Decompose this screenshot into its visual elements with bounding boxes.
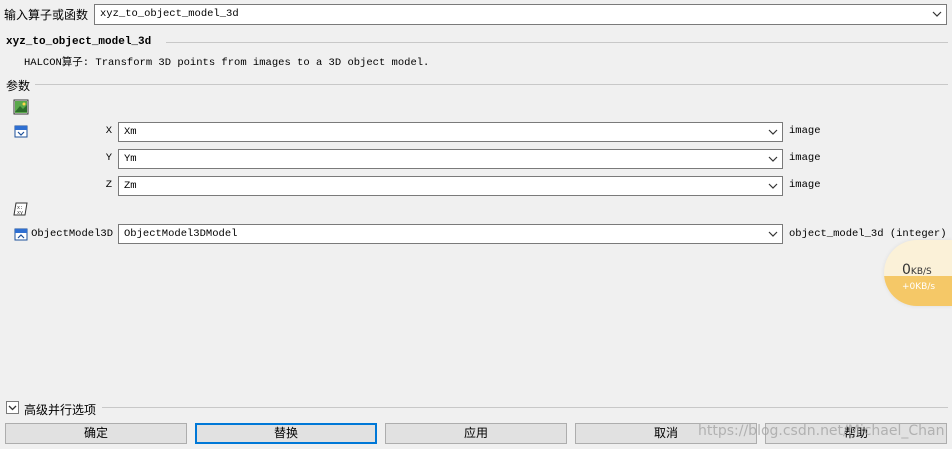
param-name-z: Z — [105, 179, 112, 191]
advanced-options-label[interactable]: 高级并行选项 — [24, 401, 96, 418]
param-y-type: image — [789, 152, 821, 164]
image-object-icon — [13, 99, 29, 115]
net-speed-download: 0KB/S — [902, 262, 932, 278]
param-z-type: image — [789, 179, 821, 191]
param-x-combobox[interactable]: Xm — [118, 122, 783, 142]
param-y-value: Ym — [124, 153, 137, 165]
control-parameter-icon: x: xy — [13, 202, 28, 216]
input-parameter-icon — [14, 125, 28, 138]
param-name-x: X — [105, 125, 112, 137]
divider — [102, 407, 948, 408]
operator-input-label: 输入算子或函数 — [4, 8, 89, 22]
net-speed-widget[interactable]: 0KB/S +0KB/s — [884, 240, 952, 306]
param-x-value: Xm — [124, 126, 137, 138]
chevron-down-icon[interactable] — [766, 227, 780, 241]
ok-button[interactable]: 确定 — [5, 423, 187, 444]
operator-description: HALCON算子: Transform 3D points from image… — [24, 57, 430, 69]
param-z-combobox[interactable]: Zm — [118, 176, 783, 196]
param-y-combobox[interactable]: Ym — [118, 149, 783, 169]
param-objectmodel3d-value: ObjectModel3DModel — [124, 228, 238, 240]
chevron-down-icon[interactable] — [766, 152, 780, 166]
param-objectmodel3d-type: object_model_3d (integer) — [789, 228, 947, 240]
divider — [166, 42, 948, 43]
expand-toggle-icon[interactable] — [6, 401, 19, 414]
operator-title: xyz_to_object_model_3d — [6, 36, 152, 48]
apply-button[interactable]: 应用 — [385, 423, 567, 444]
param-name-objectmodel3d: ObjectModel3D — [31, 228, 113, 240]
param-name-y: Y — [105, 152, 112, 164]
param-x-type: image — [789, 125, 821, 137]
params-section-label: 参数 — [6, 79, 31, 93]
operator-combobox[interactable]: xyz_to_object_model_3d — [94, 4, 947, 25]
svg-text:xy: xy — [17, 210, 23, 216]
chevron-down-icon[interactable] — [766, 179, 780, 193]
replace-button[interactable]: 替换 — [195, 423, 377, 444]
net-speed-upload: +0KB/s — [902, 282, 936, 292]
param-objectmodel3d-combobox[interactable]: ObjectModel3DModel — [118, 224, 783, 244]
watermark: https://blog.csdn.net/Michael_Chan — [698, 423, 945, 439]
divider — [35, 84, 948, 85]
chevron-down-icon[interactable] — [766, 125, 780, 139]
operator-combobox-value: xyz_to_object_model_3d — [100, 8, 239, 20]
chevron-down-icon[interactable] — [930, 7, 944, 21]
param-z-value: Zm — [124, 180, 137, 192]
